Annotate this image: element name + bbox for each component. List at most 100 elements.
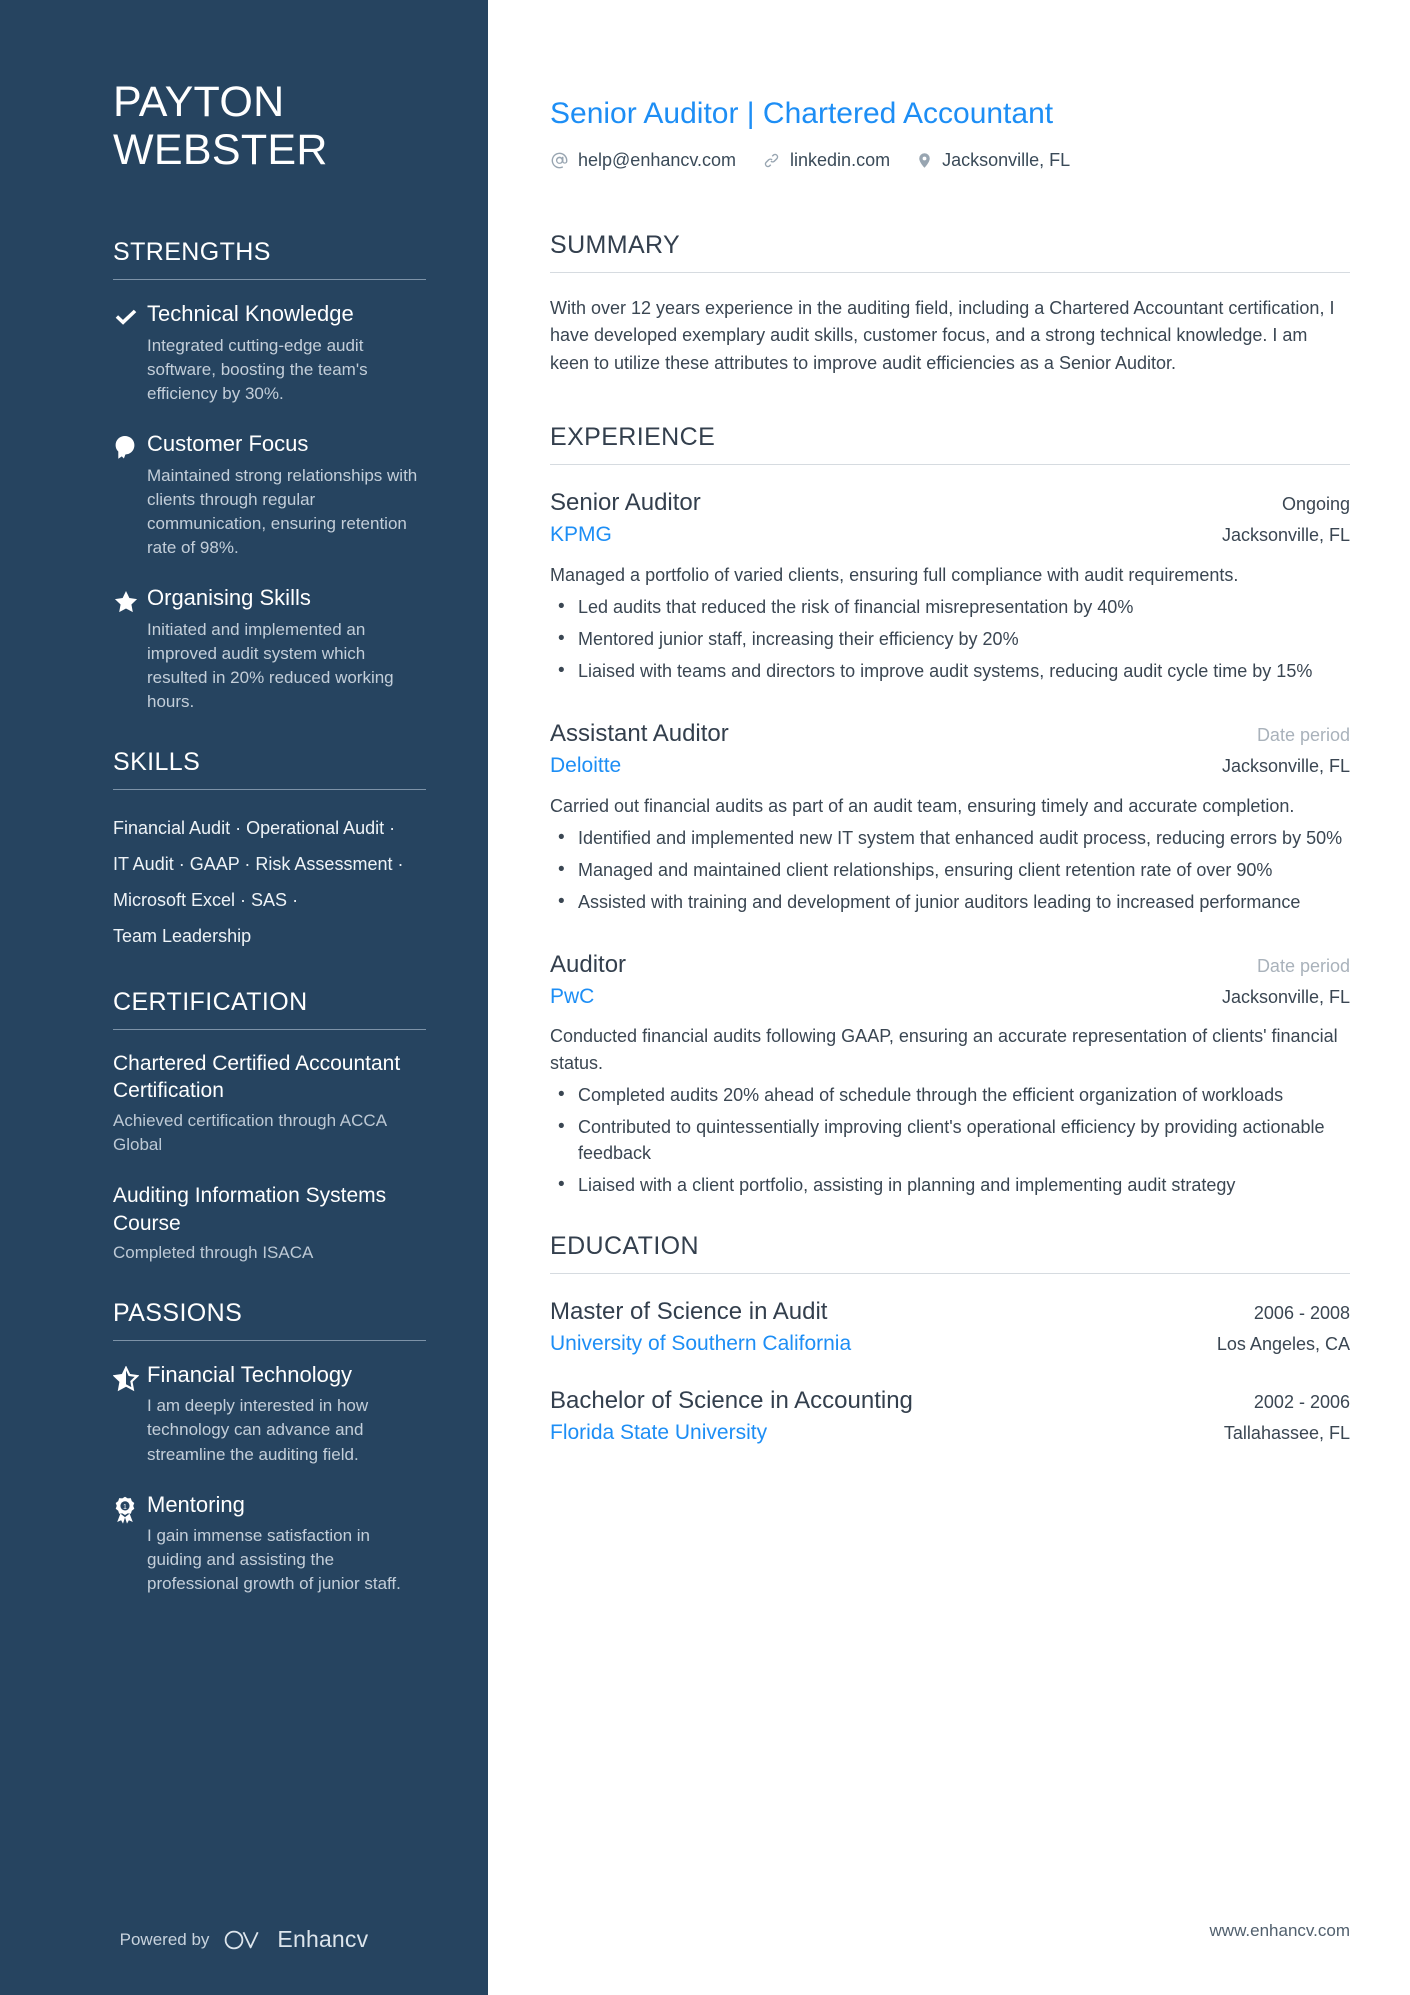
passion-title: Financial Technology — [147, 1361, 353, 1387]
skills-section: SKILLS Financial Audit · Operational Aud… — [113, 748, 426, 954]
experience-description: Carried out financial audits as part of … — [550, 795, 1295, 816]
experience-location: Jacksonville, FL — [1221, 756, 1350, 777]
strength-description: Integrated cutting-edge audit software, … — [147, 335, 368, 404]
certification-title: Chartered Certified Accountant Certifica… — [113, 1052, 401, 1103]
section-divider — [550, 272, 1350, 273]
skills-heading: SKILLS — [113, 748, 201, 777]
summary-text: With over 12 years experience in the aud… — [550, 298, 1335, 373]
strengths-section: STRENGTHS Technical Knowledge Integrated… — [113, 238, 426, 714]
experience-bullet: Completed audits 20% ahead of schedule t… — [550, 1081, 1350, 1109]
experience-company[interactable]: KPMG — [550, 521, 612, 549]
experience-description: Conducted financial audits following GAA… — [550, 1026, 1338, 1073]
experience-title-row: Assistant Auditor Date period — [550, 718, 1350, 749]
section-divider — [113, 279, 426, 281]
experience-list: Senior Auditor Ongoing KPMG Jacksonville, F… — [550, 487, 1350, 1198]
svg-text:1: 1 — [123, 1504, 127, 1511]
passion-item: 1 Mentoring I gain immense satisfaction … — [113, 1491, 426, 1597]
contact-row: help@enhancv.com linkedin.com Jacksonvil… — [550, 150, 1350, 171]
experience-heading: EXPERIENCE — [550, 423, 716, 452]
education-date: 2002 - 2006 — [1253, 1391, 1350, 1412]
education-list: Master of Science in Audit 2006 - 2008 Uni… — [550, 1296, 1350, 1447]
experience-job-title: Senior Auditor — [550, 489, 701, 517]
passion-description: I am deeply interested in how technology… — [147, 1396, 369, 1464]
skill-item: SAS — [251, 890, 288, 911]
link-icon — [762, 151, 781, 170]
skill-separator: · — [384, 818, 396, 839]
enhancv-logo-icon — [223, 1928, 263, 1952]
experience-company[interactable]: PwC — [550, 983, 594, 1011]
experience-org-row: Deloitte Jacksonville, FL — [550, 749, 1350, 780]
summary-section: SUMMARY With over 12 years experience in… — [550, 231, 1350, 377]
contact-linkedin[interactable]: linkedin.com — [762, 150, 890, 171]
website-footer: www.enhancv.com — [1209, 1921, 1350, 1940]
experience-bullet: Assisted with training and development o… — [550, 888, 1350, 916]
experience-entry: Senior Auditor Ongoing KPMG Jacksonville, F… — [550, 487, 1350, 684]
map-pin-icon — [916, 151, 933, 170]
experience-org-row: KPMG Jacksonville, FL — [550, 518, 1350, 549]
contact-email[interactable]: help@enhancv.com — [550, 150, 736, 171]
brand-name: Enhancv — [277, 1926, 369, 1952]
education-entry: Master of Science in Audit 2006 - 2008 Uni… — [550, 1296, 1350, 1359]
passion-item: Financial Technology I am deeply interes… — [113, 1361, 426, 1467]
education-degree: Master of Science in Audit — [550, 1297, 828, 1325]
certification-title: Auditing Information Systems Course — [113, 1184, 387, 1235]
skill-item: IT Audit — [113, 854, 174, 875]
contact-location: Jacksonville, FL — [916, 150, 1070, 171]
half-star-icon — [113, 1361, 147, 1467]
skill-item: Microsoft Excel — [113, 890, 236, 911]
contact-email-text: help@enhancv.com — [578, 150, 737, 170]
section-divider — [113, 1029, 426, 1031]
experience-bullet: Mentored junior staff, increasing their … — [550, 625, 1350, 653]
experience-bullet: Liaised with a client portfolio, assisti… — [550, 1171, 1350, 1199]
section-divider — [550, 1272, 1350, 1274]
powered-by-footer: Powered by Enhancv — [0, 1926, 488, 1953]
experience-job-title: Assistant Auditor — [550, 719, 729, 747]
skill-separator: · — [239, 854, 256, 875]
contact-linkedin-text: linkedin.com — [790, 150, 891, 170]
section-divider — [113, 789, 426, 791]
skill-item: GAAP — [189, 854, 240, 875]
education-degree-row: Bachelor of Science in Accounting 2002 - … — [550, 1385, 1350, 1416]
certification-description: Completed through ISACA — [113, 1242, 314, 1262]
experience-company[interactable]: Deloitte — [550, 752, 621, 780]
education-entry: Bachelor of Science in Accounting 2002 - … — [550, 1385, 1350, 1448]
education-heading: EDUCATION — [550, 1231, 699, 1260]
skills-list: Financial Audit · Operational Audit · IT… — [113, 810, 426, 954]
experience-date: Date period — [1256, 955, 1350, 976]
experience-bullet: Contributed to quintessentially improvin… — [550, 1113, 1350, 1166]
award-ribbon-icon: 1 — [113, 1491, 147, 1597]
strength-description: Maintained strong relationships with cli… — [147, 465, 418, 558]
at-icon — [550, 151, 569, 170]
education-school[interactable]: Florida State University — [550, 1419, 767, 1447]
candidate-name: PAYTON WEBSTER — [113, 78, 426, 174]
experience-bullet-list: Led audits that reduced the risk of fina… — [550, 593, 1350, 685]
skill-separator: · — [173, 854, 190, 875]
skill-item: Financial Audit — [113, 818, 231, 839]
experience-bullet: Managed and maintained client relationsh… — [550, 856, 1350, 884]
strength-title: Customer Focus — [147, 431, 309, 457]
experience-date: Date period — [1256, 724, 1350, 745]
resume-page: PAYTON WEBSTER STRENGTHS Technical Knowl… — [0, 0, 1410, 1995]
certification-section: CERTIFICATION Chartered Certified Accoun… — [113, 988, 426, 1265]
contact-location-text: Jacksonville, FL — [942, 150, 1071, 170]
education-degree: Bachelor of Science in Accounting — [550, 1386, 913, 1414]
education-school[interactable]: University of Southern California — [550, 1330, 851, 1358]
certification-item: Auditing Information Systems Course Comp… — [113, 1182, 426, 1264]
main-content: Senior Auditor | Chartered Accountant he… — [488, 0, 1410, 1995]
experience-entry: Assistant Auditor Date period Deloitte Jack… — [550, 718, 1350, 915]
experience-title-row: Auditor Date period — [550, 949, 1350, 980]
strength-item: Organising Skills Initiated and implemen… — [113, 584, 426, 714]
star-icon — [113, 584, 147, 714]
passions-section: PASSIONS Financial Technology I am deepl… — [113, 1299, 426, 1597]
skill-separator: · — [392, 854, 404, 875]
sidebar: PAYTON WEBSTER STRENGTHS Technical Knowl… — [0, 0, 488, 1995]
powered-by-label: Powered by — [119, 1929, 210, 1949]
experience-description: Managed a portfolio of varied clients, e… — [550, 564, 1239, 585]
passions-heading: PASSIONS — [113, 1298, 243, 1327]
strength-title: Organising Skills — [147, 585, 311, 611]
head-profile-icon — [113, 430, 147, 560]
education-location: Tallahassee, FL — [1223, 1422, 1350, 1443]
experience-title-row: Senior Auditor Ongoing — [550, 487, 1350, 518]
experience-location: Jacksonville, FL — [1221, 987, 1350, 1008]
experience-entry: Auditor Date period PwC Jacksonville, FL Con… — [550, 949, 1350, 1199]
